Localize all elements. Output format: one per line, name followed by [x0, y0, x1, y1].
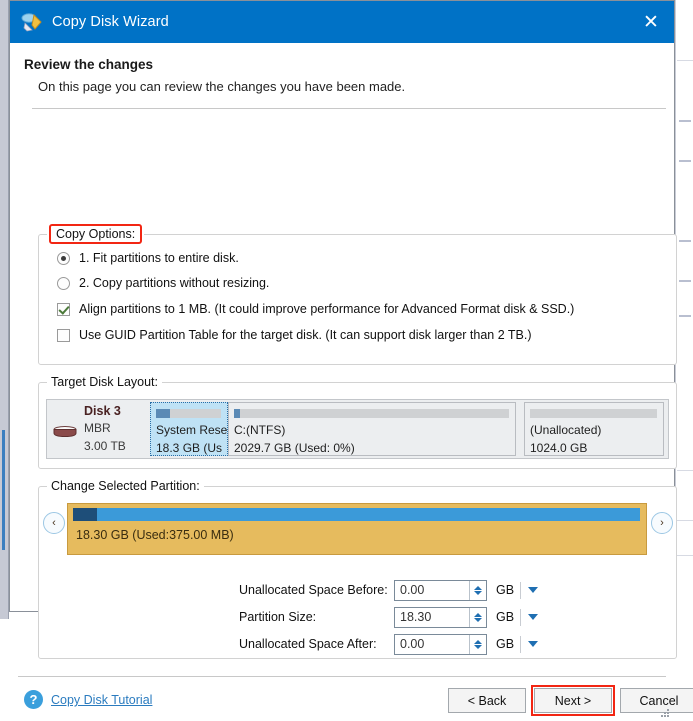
chevron-left-icon[interactable]: ‹ [43, 512, 65, 534]
cancel-button[interactable]: Cancel [620, 688, 693, 713]
used-space-segment [73, 508, 97, 521]
partition-unallocated[interactable]: (Unallocated) 1024.0 GB [524, 402, 664, 456]
back-button[interactable]: < Back [448, 688, 526, 713]
help-icon[interactable]: ? [24, 690, 43, 709]
option-use-gpt-label: Use GUID Partition Table for the target … [79, 328, 532, 342]
chevron-down-icon[interactable] [528, 614, 538, 620]
option-fit-partitions-label: 1. Fit partitions to entire disk. [79, 251, 239, 265]
copy-disk-wizard-window: Copy Disk Wizard ✕ Review the changes On… [9, 0, 693, 717]
chevron-down-icon[interactable] [528, 587, 538, 593]
selected-partition-usage-bar [73, 508, 640, 521]
copy-disk-tutorial-link[interactable]: Copy Disk Tutorial [51, 693, 152, 707]
page-title: Review the changes [24, 57, 154, 72]
stepper-buttons[interactable] [469, 634, 486, 654]
field-label: Unallocated Space Before: [239, 583, 388, 597]
option-copy-without-resizing-label: 2. Copy partitions without resizing. [79, 276, 270, 290]
stepper-up-icon[interactable] [474, 585, 482, 590]
hard-disk-icon [51, 424, 79, 439]
page-subtitle: On this page you can review the changes … [38, 79, 406, 94]
next-button[interactable]: Next > [534, 688, 612, 713]
unit-label: GB [496, 583, 515, 597]
target-disk-layout-legend: Target Disk Layout: [51, 375, 158, 389]
divider [520, 581, 521, 599]
disk-name: Disk 3 [84, 404, 121, 418]
field-label: Unallocated Space After: [239, 637, 377, 651]
partition-usage-bar [156, 409, 221, 418]
change-selected-partition-group: Change Selected Partition: ‹ › 18.30 GB … [38, 479, 677, 659]
footer-bar: ? Copy Disk Tutorial < Back Next > Cance… [10, 677, 693, 721]
input-value: 0.00 [400, 583, 425, 597]
partition-system-reserved[interactable]: System Rese 18.3 GB (Us [150, 402, 228, 456]
stepper-buttons[interactable] [469, 607, 486, 627]
background-window-left-edge [0, 0, 9, 619]
change-partition-legend: Change Selected Partition: [51, 479, 200, 493]
disk-capacity: 3.00 TB [84, 439, 126, 453]
partition-size-input[interactable]: 18.30 [394, 606, 487, 628]
option-align-partitions-label: Align partitions to 1 MB. (It could impr… [79, 302, 575, 316]
partition-c-ntfs[interactable]: C:(NTFS) 2029.7 GB (Used: 0%) [228, 402, 516, 456]
option-copy-without-resizing[interactable]: 2. Copy partitions without resizing. [57, 276, 676, 290]
copy-options-legend: Copy Options: [47, 224, 144, 244]
window-title: Copy Disk Wizard [52, 14, 169, 30]
unallocated-after-input[interactable]: 0.00 [394, 633, 487, 655]
background-accent-bar [2, 430, 5, 550]
disk-info: Disk 3 MBR 3.00 TB [47, 400, 150, 458]
target-disk-layout-group: Target Disk Layout: Disk 3 MBR 3.00 TB S… [38, 375, 677, 469]
unit-label: GB [496, 610, 515, 624]
unit-label: GB [496, 637, 515, 651]
radio-copy-without-resizing[interactable] [57, 276, 70, 290]
partition-resize-slider: ‹ › 18.30 GB (Used:375.00 MB) [39, 503, 676, 555]
disk-layout-panel: Disk 3 MBR 3.00 TB System Rese 18.3 GB (… [46, 399, 669, 459]
divider [520, 608, 521, 626]
stepper-buttons[interactable] [469, 580, 486, 600]
partition-label: System Rese [156, 423, 228, 437]
selected-partition-caption: 18.30 GB (Used:375.00 MB) [76, 528, 234, 542]
copy-options-group: Copy Options: 1. Fit partitions to entir… [38, 224, 677, 365]
partition-size: 18.3 GB (Us [156, 441, 223, 455]
field-unallocated-space-after: Unallocated Space After: 0.00 GB [239, 633, 538, 655]
option-fit-partitions[interactable]: 1. Fit partitions to entire disk. [57, 251, 676, 265]
checkbox-use-gpt[interactable] [57, 328, 70, 342]
partition-usage-bar [234, 409, 509, 418]
background-window-right-edge [675, 0, 693, 619]
close-icon[interactable]: ✕ [628, 1, 674, 43]
stepper-down-icon[interactable] [474, 590, 482, 595]
checkbox-align-partitions[interactable] [57, 302, 70, 316]
stepper-down-icon[interactable] [474, 617, 482, 622]
page-header: Review the changes On this page you can … [10, 43, 674, 109]
field-label: Partition Size: [239, 610, 317, 624]
stepper-down-icon[interactable] [474, 644, 482, 649]
partition-label: C:(NTFS) [234, 423, 286, 437]
partition-size: 2029.7 GB (Used: 0%) [234, 441, 355, 455]
divider [520, 635, 521, 653]
input-value: 0.00 [400, 637, 425, 651]
chevron-down-icon[interactable] [528, 641, 538, 647]
option-use-gpt[interactable]: Use GUID Partition Table for the target … [57, 328, 676, 342]
stepper-up-icon[interactable] [474, 639, 482, 644]
field-partition-size: Partition Size: 18.30 GB [239, 606, 538, 628]
partition-size: 1024.0 GB [530, 441, 588, 455]
wizard-body: Copy Options: 1. Fit partitions to entir… [10, 109, 693, 717]
partition-label: (Unallocated) [530, 423, 602, 437]
selected-partition-block[interactable]: 18.30 GB (Used:375.00 MB) [67, 503, 647, 555]
resize-grip[interactable] [660, 708, 670, 718]
stepper-up-icon[interactable] [474, 612, 482, 617]
unallocated-before-input[interactable]: 0.00 [394, 579, 487, 601]
radio-fit-partitions[interactable] [57, 251, 70, 265]
disk-partition-scheme: MBR [84, 421, 111, 435]
partition-usage-bar [530, 409, 657, 418]
field-unallocated-space-before: Unallocated Space Before: 0.00 GB [239, 579, 538, 601]
title-bar: Copy Disk Wizard ✕ [10, 1, 674, 43]
chevron-right-icon[interactable]: › [651, 512, 673, 534]
copy-disk-wizard-icon [21, 11, 43, 33]
option-align-partitions[interactable]: Align partitions to 1 MB. (It could impr… [57, 302, 676, 316]
input-value: 18.30 [400, 610, 432, 624]
